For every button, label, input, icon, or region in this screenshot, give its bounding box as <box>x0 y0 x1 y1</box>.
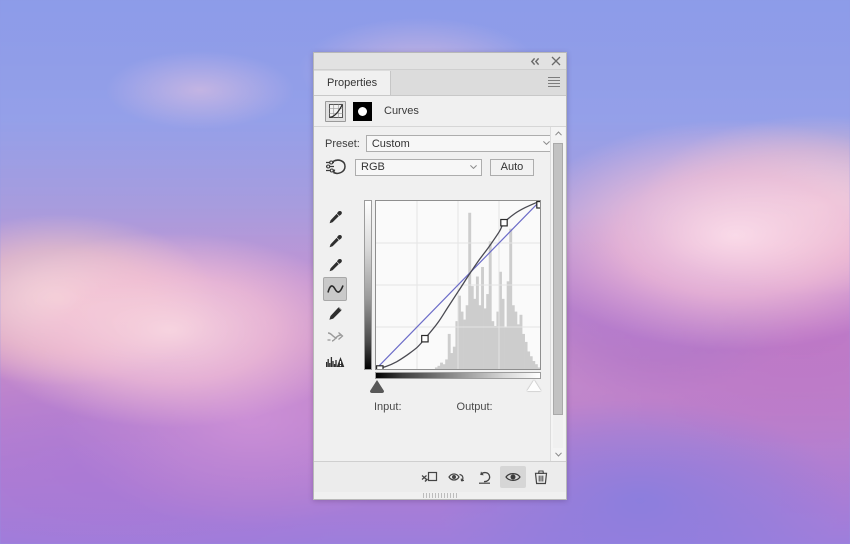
preset-value: Custom <box>371 137 410 150</box>
preset-select[interactable]: Custom <box>365 135 555 152</box>
chevron-down-icon <box>543 141 550 145</box>
curve-control-point[interactable] <box>421 334 429 343</box>
properties-panel: Properties Curves Preset: Custom RGB Aut… <box>313 52 567 500</box>
smooth-curve-icon[interactable] <box>323 325 347 349</box>
screenshot-root: Properties Curves Preset: Custom RGB Aut… <box>0 0 850 544</box>
curves-tool-strip <box>323 205 347 373</box>
chevron-up-icon <box>554 131 562 136</box>
input-output-readout: Input: Output: <box>374 401 554 413</box>
on-image-adjustment-icon[interactable] <box>325 158 347 176</box>
scroll-down-arrow[interactable] <box>551 448 565 461</box>
tab-properties[interactable]: Properties <box>314 71 392 95</box>
clip-to-layer-button[interactable] <box>416 466 442 488</box>
white-point-slider-handle[interactable] <box>527 380 541 391</box>
toggle-layer-visibility-button[interactable] <box>500 466 526 488</box>
black-white-point-sliders <box>364 380 541 396</box>
chevron-down-icon <box>554 452 562 457</box>
preview-previous-state-icon <box>448 473 465 482</box>
preset-label: Preset: <box>325 137 360 150</box>
panel-tabstrip: Properties <box>314 70 566 96</box>
histogram-options-icon[interactable] <box>323 349 347 373</box>
preview-previous-state-button[interactable] <box>444 466 470 488</box>
tab-properties-label: Properties <box>327 77 378 89</box>
preset-row: Preset: Custom <box>314 127 566 152</box>
reset-adjustment-button[interactable] <box>472 466 498 488</box>
layer-mask-thumbnail[interactable] <box>353 101 372 121</box>
adjustment-title: Curves <box>384 105 419 117</box>
output-gradient-bar <box>364 200 372 370</box>
panel-titlebar <box>314 53 566 70</box>
curves-adjustment-icon[interactable] <box>325 100 346 122</box>
adjustment-header: Curves <box>314 96 566 127</box>
curve-point-tool-icon[interactable] <box>323 277 347 301</box>
delete-adjustment-layer-button[interactable] <box>528 466 554 488</box>
scroll-up-arrow[interactable] <box>551 127 565 140</box>
white-point-eyedropper-icon[interactable] <box>323 253 347 277</box>
pencil-draw-curve-icon[interactable] <box>323 301 347 325</box>
channel-select[interactable]: RGB <box>355 158 482 176</box>
black-point-slider-handle[interactable] <box>370 380 384 393</box>
double-chevron-left-icon <box>530 57 540 65</box>
luminosity-histogram <box>434 212 540 369</box>
curves-plot-svg <box>376 201 540 369</box>
gray-point-eyedropper-icon[interactable] <box>323 229 347 253</box>
close-icon <box>551 56 560 66</box>
toggle-layer-visibility-icon <box>504 473 521 481</box>
tabstrip-empty-area <box>391 71 566 95</box>
clip-to-layer-icon <box>421 471 437 482</box>
panel-body: Preset: Custom RGB Auto Input: Output: <box>314 127 566 461</box>
black-point-eyedropper-icon[interactable] <box>323 205 347 229</box>
delete-adjustment-layer-icon <box>534 469 548 484</box>
input-gradient-bar <box>375 372 541 379</box>
curve-control-point[interactable] <box>536 201 540 209</box>
reset-adjustment-icon <box>479 471 491 484</box>
panel-footer <box>314 461 566 492</box>
panel-resize-grip[interactable] <box>423 493 457 498</box>
channel-value: RGB <box>361 161 385 173</box>
close-panel-button[interactable] <box>550 56 561 67</box>
panel-menu-button[interactable] <box>548 77 560 87</box>
panel-vertical-scrollbar[interactable] <box>550 127 565 461</box>
channel-row: RGB Auto <box>314 152 566 176</box>
curve-control-point[interactable] <box>500 218 508 227</box>
curves-graph <box>364 200 541 379</box>
auto-label: Auto <box>500 161 524 173</box>
collapse-panel-button[interactable] <box>530 56 541 67</box>
chevron-down-icon <box>470 164 477 169</box>
scrollbar-thumb[interactable] <box>553 143 563 415</box>
hamburger-menu-icon <box>548 77 560 78</box>
curve-control-point[interactable] <box>376 365 384 369</box>
input-label: Input: <box>374 401 402 413</box>
auto-button[interactable]: Auto <box>490 158 534 176</box>
curves-plot-area[interactable] <box>375 200 541 370</box>
output-label: Output: <box>456 401 493 413</box>
